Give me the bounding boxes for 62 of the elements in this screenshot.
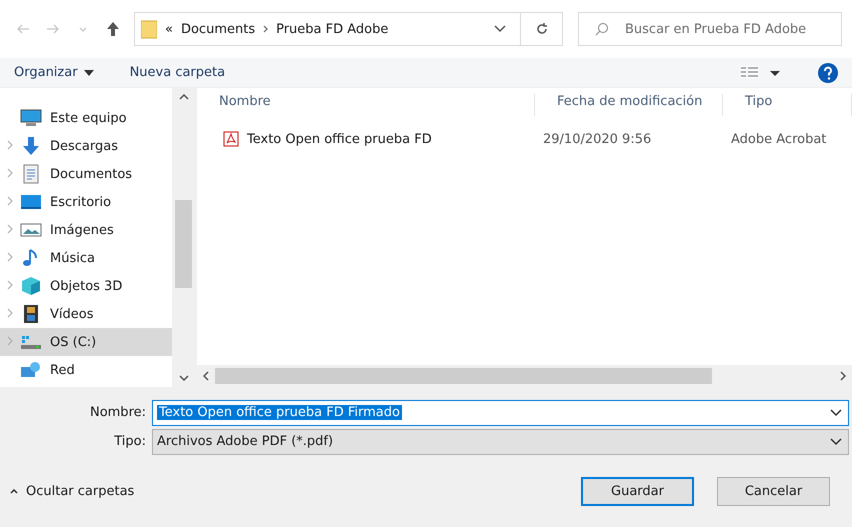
help-icon[interactable] [818,62,838,82]
type-cell-text: Adobe Acrobat [730,132,828,146]
scrollbar-thumb[interactable] [175,200,192,288]
sidebar-item[interactable]: OS (C:) [0,328,172,356]
date-cell-text: 29/10/2020 9:56 [542,132,652,146]
scroll-down-icon[interactable] [178,375,188,381]
sidebar-item[interactable]: Objetos 3D [0,272,172,300]
forward-arrow-icon[interactable] [46,24,60,34]
name-label: Nombre: [88,405,147,420]
scroll-right-icon[interactable] [840,371,846,381]
sidebar-item[interactable]: Este equipo [0,104,172,132]
network-icon [20,361,42,379]
folder-icon [141,19,157,39]
sidebar-item[interactable]: Imágenes [0,216,172,244]
sidebar-item[interactable]: Escritorio [0,188,172,216]
search-field[interactable]: Buscar en Prueba FD Adobe [578,12,842,46]
refresh-icon [534,22,548,36]
breadcrumb[interactable]: Documents [180,22,256,36]
search-placeholder: Buscar en Prueba FD Adobe [625,22,806,36]
caret-down-icon [84,70,94,76]
sidebar-item[interactable]: Vídeos [0,300,172,328]
desktop-icon [20,193,42,211]
search-icon [595,22,609,36]
file-name-field[interactable]: Texto Open office prueba FD Firmado [152,400,849,426]
up-arrow-icon[interactable] [106,21,120,37]
chevron-down-icon[interactable] [830,408,842,416]
breadcrumb[interactable]: Prueba FD Adobe [276,22,388,36]
sidebar-item[interactable]: Red [0,356,172,384]
sidebar-item[interactable]: Documentos [0,160,172,188]
hide-folders-toggle[interactable]: Ocultar carpetas [10,484,134,499]
download-icon [20,136,42,156]
column-header[interactable]: Fecha de modificación [535,94,723,116]
vertical-scrollbar[interactable] [172,88,195,387]
back-arrow-icon[interactable] [16,24,30,34]
computer-icon [20,109,42,127]
horizontal-scrollbar[interactable] [197,365,852,387]
new-folder-button[interactable]: Nueva carpeta [130,65,226,80]
view-options-icon[interactable] [740,66,780,80]
refresh-button[interactable] [521,12,563,46]
scrollbar-thumb[interactable] [215,368,712,384]
pdf-file-icon [223,131,239,147]
drive-icon [20,333,42,351]
cancel-button[interactable]: Cancelar [717,477,830,506]
chevron-down-icon[interactable] [830,438,842,446]
chevron-right-icon[interactable] [263,25,268,33]
path-overflow[interactable]: « [165,22,173,36]
column-header[interactable]: Tipo [723,94,852,116]
chevron-up-icon [10,489,18,494]
scroll-up-icon[interactable] [178,94,188,100]
file-type-dropdown[interactable]: Archivos Adobe PDF (*.pdf) [152,428,849,454]
chevron-down-icon[interactable] [494,25,506,33]
sidebar-item[interactable]: Descargas [0,132,172,160]
column-header[interactable]: Nombre [197,94,535,116]
scroll-left-icon[interactable] [203,371,209,381]
address-bar[interactable]: « Documents Prueba FD Adobe [134,12,521,46]
file-name-cell[interactable]: Texto Open office prueba FD [197,131,535,147]
type-label: Tipo: [113,434,147,449]
sidebar-item[interactable]: Música [0,244,172,272]
picture-icon [20,221,42,239]
save-button[interactable]: Guardar [581,477,694,506]
cube-icon [20,276,42,296]
organize-menu[interactable]: Organizar [14,65,94,80]
